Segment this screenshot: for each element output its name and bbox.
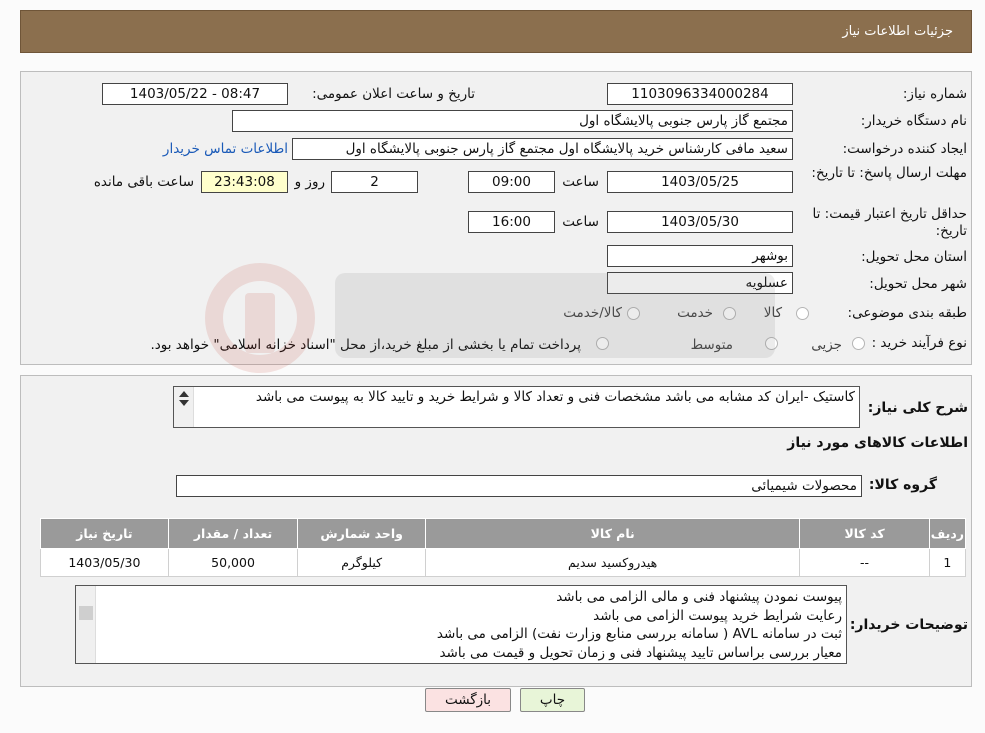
summary-text: کاستیک -ایران کد مشابه می باشد مشخصات فن… [255, 389, 855, 405]
process-type-label: نوع فرآیند خرید : [871, 335, 967, 351]
cell-name: هیدروکسید سدیم [424, 548, 801, 577]
buyer-notes-label: توضیحات خریدار: [849, 617, 968, 633]
process-option-minor: جزیی [811, 337, 842, 353]
buyer-notes-scrollbar[interactable] [76, 586, 96, 663]
col-name: نام کالا [424, 518, 801, 549]
reply-deadline-label: مهلت ارسال پاسخ: تا تاریخ: [811, 165, 967, 181]
need-number-label: شماره نیاز: [902, 86, 967, 102]
goods-table: ردیف کد کالا نام کالا واحد شمارش تعداد /… [40, 518, 967, 577]
col-qty: تعداد / مقدار [167, 518, 299, 549]
reply-deadline-days[interactable]: 2 [331, 171, 418, 193]
summary-label: شرح کلی نیاز: [867, 400, 968, 416]
page-header: جزئیات اطلاعات نیاز [20, 10, 972, 53]
buyer-note-line: رعایت شرایط خرید پیوست الزامی می باشد [593, 607, 842, 624]
summary-textarea[interactable]: کاستیک -ایران کد مشابه می باشد مشخصات فن… [173, 386, 860, 428]
goods-section-title: اطلاعات کالاهای مورد نیاز [787, 435, 968, 451]
goods-group-field[interactable]: محصولات شیمیائی [176, 475, 862, 497]
reply-deadline-time[interactable]: 09:00 [468, 171, 555, 193]
back-button[interactable]: بازگشت [425, 688, 511, 712]
cell-code: -- [799, 548, 930, 577]
buyer-org-field[interactable]: مجتمع گاز پارس جنوبی پالایشگاه اول [232, 110, 793, 132]
page-title: جزئیات اطلاعات نیاز [842, 24, 953, 39]
buyer-note-line: پیوست نمودن پیشنهاد فنی و مالی الزامی می… [556, 589, 842, 605]
cell-unit: کیلوگرم [297, 548, 426, 577]
days-label: روز و [294, 174, 325, 190]
col-code: کد کالا [799, 518, 930, 549]
requester-label: ایجاد کننده درخواست: [842, 141, 967, 157]
goods-group-label: گروه کالا: [868, 477, 937, 493]
price-validity-time-label: ساعت [562, 214, 599, 230]
buyer-note-line: معیار بررسی براساس تایید پیشنهاد فنی و ز… [439, 644, 842, 661]
reply-deadline-time-label: ساعت [562, 174, 599, 190]
category-label: طبقه بندی موضوعی: [847, 305, 967, 321]
category-radio-goods[interactable] [796, 307, 809, 320]
goods-table-header: ردیف کد کالا نام کالا واحد شمارش تعداد /… [40, 518, 967, 549]
summary-scrollbar[interactable] [174, 387, 194, 427]
cell-date: 1403/05/30 [40, 548, 169, 577]
price-validity-date[interactable]: 1403/05/30 [607, 211, 793, 233]
print-button[interactable]: چاپ [520, 688, 585, 712]
price-validity-time[interactable]: 16:00 [468, 211, 555, 233]
province-label: استان محل تحویل: [861, 249, 967, 265]
col-row: ردیف [928, 518, 967, 549]
city-label: شهر محل تحویل: [869, 276, 967, 292]
remaining-label: ساعت باقی مانده [93, 174, 194, 190]
table-row[interactable]: 1 -- هیدروکسید سدیم کیلوگرم 50,000 1403/… [40, 548, 967, 577]
col-unit: واحد شمارش [297, 518, 426, 549]
watermark-logo [205, 262, 775, 374]
buyer-contact-link[interactable]: اطلاعات تماس خریدار [163, 141, 288, 157]
process-radio-minor[interactable] [852, 337, 865, 350]
buyer-org-label: نام دستگاه خریدار: [860, 113, 967, 129]
col-date: تاریخ نیاز [40, 518, 169, 549]
buyer-note-line: ثبت در سامانه AVL ( سامانه بررسی منابع و… [436, 626, 842, 642]
cell-qty: 50,000 [167, 548, 299, 577]
remaining-time: 23:43:08 [201, 171, 288, 193]
cell-row: 1 [928, 548, 967, 577]
price-validity-label: حداقل تاریخ اعتبار قیمت: تا تاریخ: [812, 206, 967, 239]
buyer-notes-textarea[interactable]: پیوست نمودن پیشنهاد فنی و مالی الزامی می… [75, 585, 847, 664]
announce-datetime-label: تاریخ و ساعت اعلان عمومی: [312, 86, 475, 102]
announce-datetime-field[interactable]: 1403/05/22 - 08:47 [102, 83, 288, 105]
need-number-field[interactable]: 1103096334000284 [607, 83, 793, 105]
reply-deadline-date[interactable]: 1403/05/25 [607, 171, 793, 193]
requester-field[interactable]: سعید مافی کارشناس خرید پالایشگاه اول مجت… [292, 138, 793, 160]
